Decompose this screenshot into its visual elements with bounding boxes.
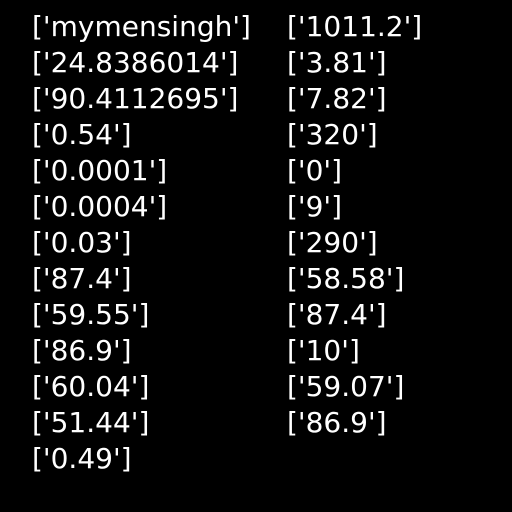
value-cell: ['86.9'] (287, 406, 387, 439)
value-cell: ['86.9'] (32, 334, 132, 367)
value-cell: ['0.0001'] (32, 154, 168, 187)
value-cell: ['1011.2'] (287, 10, 423, 43)
value-cell: ['59.07'] (287, 370, 405, 403)
value-cell: ['51.44'] (32, 406, 150, 439)
value-cell: ['0.0004'] (32, 190, 168, 223)
value-cell: ['mymensingh'] (32, 10, 251, 43)
value-cell: ['3.81'] (287, 46, 387, 79)
value-cell: ['87.4'] (287, 298, 387, 331)
right-value-column: ['1011.2'] ['3.81'] ['7.82'] ['320'] ['0… (287, 9, 422, 441)
value-cell: ['290'] (287, 226, 378, 259)
value-cell: ['0'] (287, 154, 343, 187)
value-cell: ['9'] (287, 190, 343, 223)
left-value-column: ['mymensingh'] ['24.8386014'] ['90.41126… (32, 9, 251, 477)
value-cell: ['7.82'] (287, 82, 387, 115)
value-cell: ['58.58'] (287, 262, 405, 295)
value-cell: ['0.03'] (32, 226, 132, 259)
value-cell: ['60.04'] (32, 370, 150, 403)
value-cell: ['24.8386014'] (32, 46, 239, 79)
value-cell: ['0.49'] (32, 442, 132, 475)
value-cell: ['10'] (287, 334, 360, 367)
value-cell: ['320'] (287, 118, 378, 151)
value-cell: ['0.54'] (32, 118, 132, 151)
value-cell: ['90.4112695'] (32, 82, 239, 115)
value-cell: ['59.55'] (32, 298, 150, 331)
value-cell: ['87.4'] (32, 262, 132, 295)
